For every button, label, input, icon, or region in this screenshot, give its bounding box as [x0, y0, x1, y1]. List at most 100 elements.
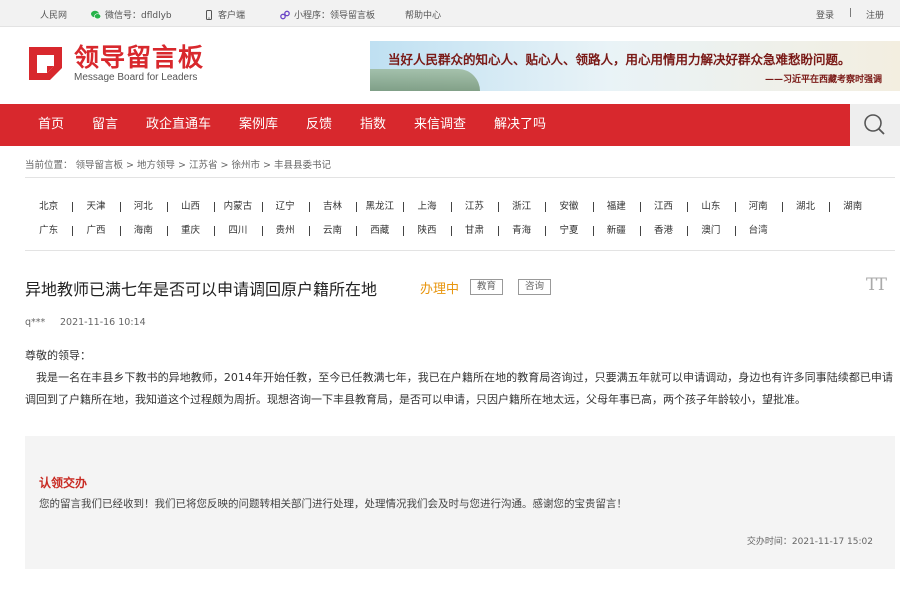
nav-letter-survey[interactable]: 来信调查: [414, 104, 466, 146]
banner-landscape: [370, 69, 480, 91]
province-link[interactable]: 甘肃: [450, 224, 498, 238]
people-daily-link[interactable]: 人民网: [40, 8, 67, 21]
top-utility-bar: 人民网 微信号：dfldlyb 客户端 小程序：领导留言板 帮助中心 登录 | …: [0, 0, 900, 27]
province-link[interactable]: 陕西: [403, 224, 450, 238]
province-link[interactable]: 内蒙古: [214, 200, 261, 214]
breadcrumb-item[interactable]: 地方领导: [137, 160, 175, 171]
main-nav: 首页 留言 政企直通车 案例库 反馈 指数 来信调查 解决了吗: [0, 104, 900, 146]
client-app-label: 客户端: [218, 11, 246, 21]
breadcrumb-current[interactable]: 丰县县委书记: [274, 160, 331, 171]
register-link[interactable]: 注册: [866, 8, 884, 21]
nav-case-library[interactable]: 案例库: [239, 104, 278, 146]
quote-banner: 当好人民群众的知心人、贴心人、领路人，用心用情用力解决好群众急难愁盼问题。 ——…: [370, 41, 900, 91]
search-icon: [864, 114, 885, 135]
mobile-phone-icon: [206, 9, 212, 20]
province-link[interactable]: 贵州: [261, 224, 309, 238]
divider: [25, 250, 895, 251]
register-label: 注册: [866, 11, 885, 21]
province-link[interactable]: 浙江: [498, 200, 545, 214]
login-link[interactable]: 登录: [816, 8, 834, 21]
topbar-separator: |: [849, 8, 852, 18]
breadcrumb-separator: >: [262, 160, 271, 171]
nav-resolved[interactable]: 解决了吗: [494, 104, 546, 146]
nav-messages[interactable]: 留言: [92, 104, 118, 146]
breadcrumb: 当前位置： 领导留言板 > 地方领导 > 江苏省 > 徐州市 > 丰县县委书记: [25, 157, 334, 171]
province-link[interactable]: 青海: [498, 224, 545, 238]
province-link[interactable]: 广东: [25, 224, 72, 238]
province-link[interactable]: 天津: [72, 200, 119, 214]
breadcrumb-item[interactable]: 江苏省: [189, 160, 218, 171]
nav-index[interactable]: 指数: [360, 104, 386, 146]
province-link[interactable]: 重庆: [166, 224, 214, 238]
message-body: 我是一名在丰县乡下教书的异地教师，2014年开始任教，至今已任教满七年，我已在户…: [25, 371, 893, 406]
banner-attribution: ——习近平在西藏考察时强调: [764, 75, 882, 85]
content-area: 当前位置： 领导留言板 > 地方领导 > 江苏省 > 徐州市 > 丰县县委书记 北京 天津 河北 山西内…: [0, 146, 900, 589]
province-link[interactable]: 湖北: [781, 200, 829, 214]
site-header: 领导留言板 Message Board for Leaders 当好人民群众的知…: [0, 27, 900, 104]
nav-enterprise-express[interactable]: 政企直通车: [146, 104, 211, 146]
nav-feedback[interactable]: 反馈: [306, 104, 332, 146]
province-link[interactable]: 河南: [734, 200, 782, 214]
reply-heading: 认领交办: [39, 476, 88, 490]
province-link[interactable]: 上海: [403, 200, 450, 214]
province-link[interactable]: 海南: [119, 224, 167, 238]
province-row-1: 北京 天津 河北 山西 内蒙古 辽宁 吉林 黑龙江 上海 江苏 浙江 安徽 福建 江西 山东 河南 湖北 湖南: [25, 200, 895, 214]
reply-text: 您的留言我们已经收到！我们已将您反映的问题转相关部门进行处理，处理情况我们会及时…: [39, 498, 627, 510]
province-link[interactable]: 云南: [308, 224, 356, 238]
logo-subtitle: Message Board for Leaders: [74, 72, 198, 83]
help-center-link[interactable]: 帮助中心: [405, 8, 441, 21]
help-center-label: 帮助中心: [405, 11, 442, 21]
banner-quote: 当好人民群众的知心人、贴心人、领路人，用心用情用力解决好群众急难愁盼问题。: [388, 52, 851, 67]
province-link[interactable]: 山西: [166, 200, 214, 214]
tag-education[interactable]: 教育: [470, 279, 504, 295]
province-link[interactable]: 西藏: [356, 224, 403, 238]
province-link[interactable]: 澳门: [687, 224, 734, 238]
province-link[interactable]: 江苏: [450, 200, 498, 214]
miniprogram-link[interactable]: 小程序：领导留言板: [280, 8, 375, 21]
province-link[interactable]: 广西: [72, 224, 119, 238]
province-link[interactable]: 北京: [25, 200, 72, 214]
font-size-icon[interactable]: TT: [866, 275, 887, 295]
breadcrumb-item[interactable]: 领导留言板: [76, 160, 124, 171]
author-name: q***: [25, 317, 46, 328]
client-app-link[interactable]: 客户端: [204, 8, 245, 21]
message-title: 异地教师已满七年是否可以申请调回原户籍所在地: [25, 280, 378, 299]
message-greeting: 尊敬的领导：: [25, 349, 91, 362]
post-date: 2021-11-16 10:14: [60, 317, 146, 328]
logo-title: 领导留言板: [74, 43, 205, 72]
province-link[interactable]: 江西: [639, 200, 687, 214]
wechat-link[interactable]: 微信号：dfldlyb: [91, 8, 172, 21]
province-link[interactable]: 安徽: [545, 200, 592, 214]
province-link[interactable]: 福建: [592, 200, 640, 214]
province-link[interactable]: 四川: [214, 224, 261, 238]
nav-home[interactable]: 首页: [38, 104, 64, 146]
breadcrumb-separator: >: [126, 160, 134, 171]
province-link[interactable]: 山东: [687, 200, 734, 214]
reply-time: 交办时间：2021-11-17 15:02: [746, 537, 873, 547]
breadcrumb-separator: >: [220, 160, 229, 171]
site-logo[interactable]: 领导留言板 Message Board for Leaders: [26, 44, 204, 84]
login-label: 登录: [816, 11, 835, 21]
province-row-2: 广东 广西 海南 重庆 四川 贵州 云南 西藏 陕西 甘肃 青海 宁夏 新疆 香港 澳门 台湾: [25, 224, 895, 238]
wechat-label: 微信号：dfldlyb: [105, 11, 172, 21]
province-link[interactable]: 湖南: [829, 200, 876, 214]
province-link[interactable]: 香港: [639, 224, 687, 238]
breadcrumb-separator: >: [178, 160, 186, 171]
search-button[interactable]: [850, 104, 900, 146]
tag-consult[interactable]: 咨询: [518, 279, 552, 295]
breadcrumb-item[interactable]: 徐州市: [231, 160, 260, 171]
wechat-icon: [91, 10, 101, 19]
province-link[interactable]: 新疆: [592, 224, 640, 238]
people-daily-link-label: 人民网: [40, 11, 68, 21]
board-logo-icon: [29, 47, 62, 80]
province-link[interactable]: 宁夏: [545, 224, 592, 238]
reply-panel: 认领交办 您的留言我们已经收到！我们已将您反映的问题转相关部门进行处理，处理情况…: [25, 436, 895, 569]
miniprogram-label: 小程序：领导留言板: [294, 11, 376, 21]
status-badge: 办理中: [420, 282, 460, 297]
province-link[interactable]: 辽宁: [261, 200, 309, 214]
province-link[interactable]: 黑龙江: [356, 200, 403, 214]
breadcrumb-prefix: 当前位置：: [25, 160, 73, 171]
province-link[interactable]: 河北: [119, 200, 167, 214]
province-link[interactable]: 吉林: [308, 200, 356, 214]
province-link[interactable]: 台湾: [734, 224, 782, 238]
